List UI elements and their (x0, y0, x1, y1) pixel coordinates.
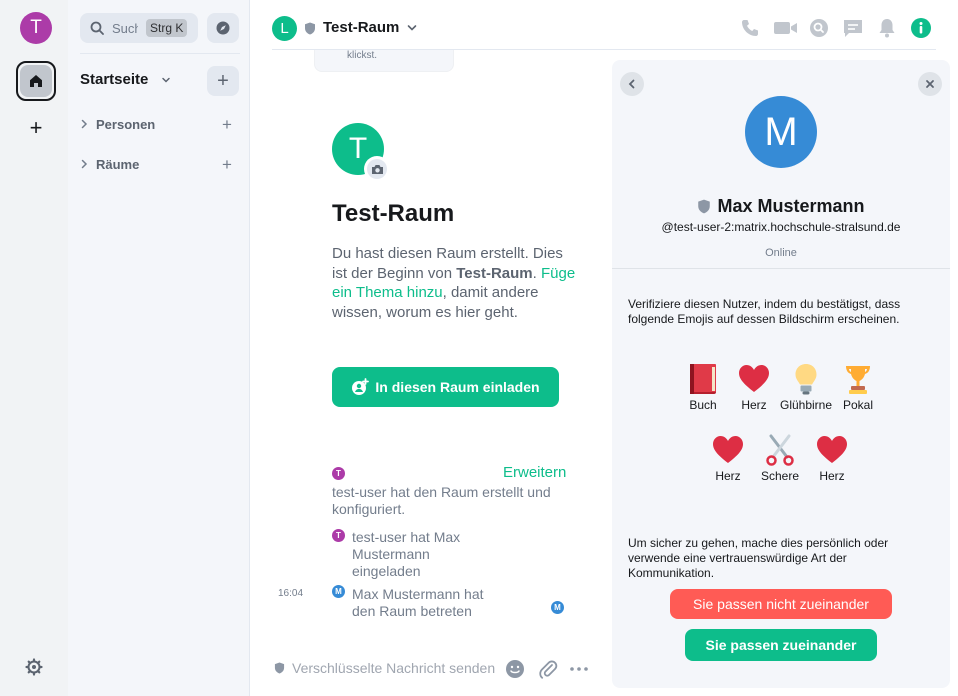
heart-icon (817, 436, 847, 463)
mismatch-button[interactable]: Sie passen nicht zueinander (670, 589, 892, 619)
sas-emoji-label: Glühbirne (779, 398, 833, 412)
match-button[interactable]: Sie passen zueinander (685, 629, 877, 661)
scissors-icon (766, 434, 794, 466)
event-text: test-user hat Max Mustermann eingeladen (352, 529, 461, 579)
room-intro-room: Test-Raum (456, 264, 533, 282)
bell-icon[interactable] (876, 17, 898, 39)
close-button[interactable] (918, 72, 942, 96)
chevron-left-icon (628, 79, 635, 89)
verify-user-id: @test-user-2:matrix.hochschule-stralsund… (661, 220, 901, 234)
chevron-right-icon (81, 119, 88, 129)
voice-call-icon[interactable] (739, 17, 761, 39)
room-avatar[interactable]: L (272, 16, 297, 41)
more-options-icon[interactable] (568, 658, 590, 680)
verify-user-avatar[interactable]: M (745, 96, 817, 168)
section-people[interactable]: Personen (80, 114, 155, 134)
gear-icon[interactable] (25, 658, 43, 676)
add-person-button[interactable]: + (222, 116, 232, 133)
verify-user-name: Max Mustermann (717, 196, 865, 216)
upload-avatar-inner (367, 159, 387, 179)
sas-emoji-label: Herz (741, 398, 767, 412)
event-text: Max Mustermann hat den Raum betreten (352, 586, 484, 619)
room-title: Test-Raum (332, 200, 455, 227)
event-text: test-user hat den Raum erstellt und konf… (332, 484, 551, 517)
room-list-title[interactable]: Startseite (80, 71, 148, 88)
sas-emoji-label: Schere (760, 469, 800, 483)
room-list-panel: Suche Strg K Startseite + Personen + Räu… (68, 0, 250, 696)
section-rooms-label: Räume (96, 156, 140, 172)
heart-icon (739, 365, 769, 392)
space-rail: T + (0, 0, 68, 696)
threads-icon[interactable] (842, 17, 864, 39)
room-list-divider (80, 53, 240, 54)
add-user-icon (352, 378, 370, 395)
previous-message-bubble: klickst. (314, 50, 454, 72)
verification-advice: Um sicher zu gehen, mache dies persönlic… (628, 536, 889, 580)
event-timestamp: 16:04 (278, 588, 304, 599)
section-people-label: Personen (96, 116, 156, 132)
room-name[interactable]: Test-Raum (323, 19, 399, 36)
shield-icon (305, 22, 315, 35)
invite-button-label: In diesen Raum einladen (375, 379, 540, 395)
search-shortcut: Strg K (146, 19, 188, 37)
verification-panel: M Max Mustermann @test-user-2:matrix.hoc… (612, 60, 950, 688)
camera-icon (371, 164, 383, 174)
verify-user-name-row: Max Mustermann (612, 196, 950, 217)
sas-emoji: Pokal (828, 362, 888, 412)
read-receipt[interactable]: M (551, 601, 564, 614)
search-button[interactable]: Suche Strg K (80, 13, 198, 43)
verification-instruction: Verifiziere diesen Nutzer, indem du best… (628, 297, 901, 326)
sas-emoji-label: Herz (715, 469, 741, 483)
chevron-right-icon (81, 159, 88, 169)
attachment-icon[interactable] (537, 658, 559, 680)
sas-emoji-label: Herz (819, 469, 845, 483)
sas-emoji: Herz (802, 433, 862, 483)
room-intro-part2: . (532, 264, 537, 282)
expand-link[interactable]: Erweitern (503, 464, 566, 481)
home-space-button[interactable] (16, 61, 56, 101)
shield-icon (274, 662, 285, 674)
create-space-button[interactable]: + (26, 117, 46, 139)
sas-emoji-label: Pokal (842, 398, 874, 412)
info-icon[interactable] (910, 17, 932, 39)
explore-rooms-button[interactable] (207, 13, 239, 43)
sas-emoji: Schere (750, 433, 810, 483)
room-intro-text: Du hast diesen Raum erstellt. Dies ist d… (332, 244, 582, 322)
shield-icon (698, 199, 711, 214)
upload-avatar-button[interactable] (364, 156, 390, 182)
home-icon (30, 75, 42, 87)
trophy-icon (846, 366, 870, 394)
presence-status: Online (765, 247, 797, 259)
home-space-inner (20, 65, 52, 97)
emoji-icon[interactable] (504, 658, 526, 680)
add-room-button[interactable]: + (207, 66, 239, 96)
chevron-down-icon[interactable] (161, 75, 171, 85)
back-button[interactable] (620, 72, 644, 96)
book-icon (690, 364, 716, 394)
close-icon (926, 80, 934, 88)
search-icon (90, 21, 104, 35)
heart-icon (713, 436, 743, 463)
compass-icon (216, 21, 230, 35)
event-avatar[interactable]: T (332, 529, 345, 542)
search-label: Suche (112, 20, 138, 36)
event-avatar[interactable]: M (332, 585, 345, 598)
message-composer-input[interactable]: Verschlüsselte Nachricht senden… (292, 660, 497, 676)
lightbulb-icon (795, 364, 817, 395)
invite-button[interactable]: In diesen Raum einladen (332, 367, 559, 407)
sas-emoji: Herz (698, 433, 758, 483)
room-info-search-icon[interactable] (808, 17, 830, 39)
sas-emoji: Herz (724, 362, 784, 412)
event-avatar[interactable]: T (332, 467, 345, 480)
sas-emoji: Glühbirne (776, 362, 836, 412)
video-call-icon[interactable] (773, 17, 799, 39)
previous-message-text: klickst. (347, 50, 377, 61)
user-avatar[interactable]: T (20, 12, 52, 44)
add-room-section-button[interactable]: + (222, 156, 232, 173)
chevron-down-icon[interactable] (407, 24, 417, 32)
panel-divider (612, 268, 950, 269)
section-rooms[interactable]: Räume (80, 154, 139, 174)
